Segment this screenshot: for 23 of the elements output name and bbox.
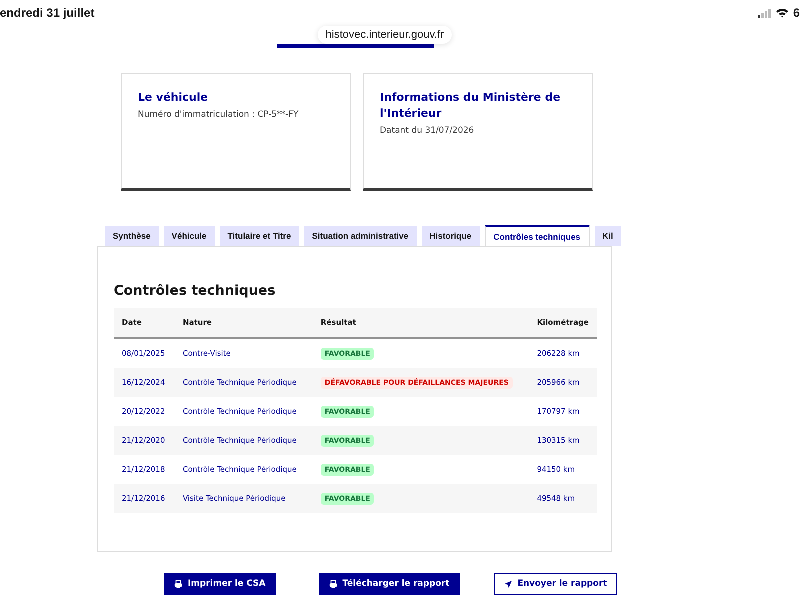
- printer-icon: [328, 580, 338, 588]
- tab[interactable]: Situation administrative: [304, 226, 417, 246]
- tab[interactable]: Historique: [422, 226, 480, 246]
- printer-icon: [174, 580, 183, 588]
- url-bar[interactable]: histovec.interieur.gouv.fr: [318, 26, 452, 44]
- action-button[interactable]: Envoyer le rapport: [494, 573, 618, 595]
- action-button[interactable]: Imprimer le CSA: [164, 573, 276, 595]
- signal-icon: [758, 8, 772, 18]
- status-date: endredi 31 juillet: [0, 6, 95, 20]
- tab[interactable]: Titulaire et Titre: [220, 226, 300, 246]
- wifi-icon: [776, 8, 790, 18]
- tab[interactable]: Contrôles techniques: [484, 225, 590, 246]
- section-title: Contrôles techniques: [114, 283, 277, 299]
- card-text: Numéro d'immatriculation : CP-5**-FY: [138, 110, 300, 120]
- action-button[interactable]: Télécharger le rapport: [318, 573, 460, 595]
- tab[interactable]: Kil: [594, 226, 622, 246]
- battery-percent: 6: [793, 6, 800, 20]
- card-title: Le véhicule: [138, 90, 210, 106]
- tab[interactable]: Véhicule: [164, 226, 215, 246]
- tab[interactable]: Synthèse: [105, 226, 159, 246]
- card-title: Informations du Ministère de l'Intérieur: [380, 90, 562, 122]
- send-icon: [504, 580, 513, 588]
- card-text: Datant du 31/07/2026: [380, 126, 476, 136]
